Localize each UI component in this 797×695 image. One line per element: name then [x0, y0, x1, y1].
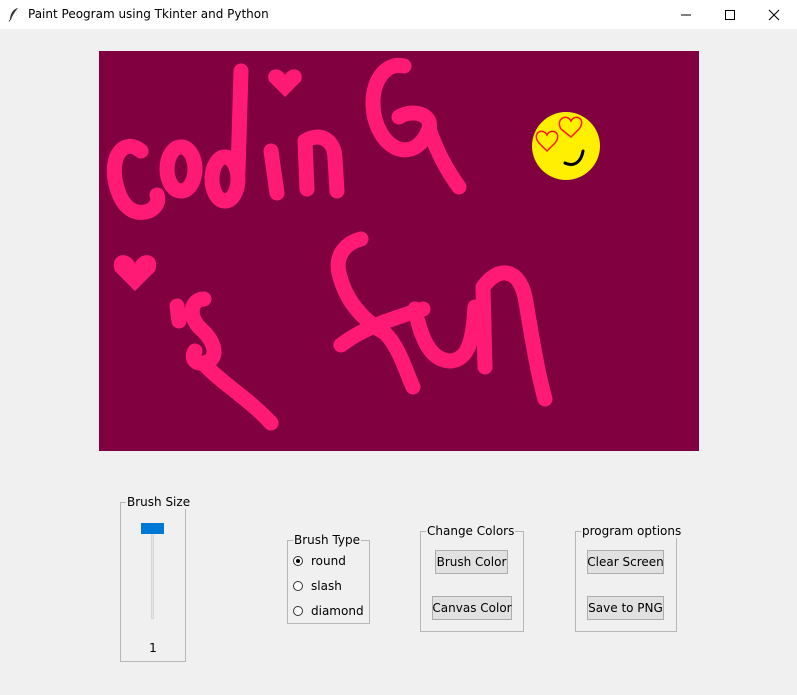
program-options-group: program options Clear Screen Save to PNG — [575, 524, 683, 632]
brush-type-diamond[interactable]: diamond — [293, 602, 364, 620]
radio-round[interactable] — [293, 556, 303, 566]
radio-diamond[interactable] — [293, 606, 303, 616]
brush-type-label: Brush Type — [293, 533, 362, 547]
brush-size-slider-thumb[interactable] — [141, 523, 164, 534]
window-title: Paint Peogram using Tkinter and Python — [28, 7, 269, 21]
brush-color-button[interactable]: Brush Color — [435, 550, 508, 574]
canvas-color-button[interactable]: Canvas Color — [432, 596, 512, 620]
canvas-drawing — [99, 51, 699, 451]
minimize-icon — [681, 14, 691, 15]
title-bar: Paint Peogram using Tkinter and Python — [0, 0, 797, 29]
feather-icon — [8, 8, 18, 22]
maximize-button[interactable] — [707, 0, 753, 29]
brush-type-group: Brush Type round slash diamond — [287, 533, 370, 624]
brush-size-slider-track[interactable] — [151, 523, 154, 619]
close-button[interactable] — [751, 0, 797, 29]
maximize-icon — [725, 9, 735, 20]
change-colors-label: Change Colors — [426, 524, 516, 538]
program-options-label: program options — [581, 524, 683, 538]
radio-slash[interactable] — [293, 581, 303, 591]
minimize-button[interactable] — [663, 0, 709, 29]
radio-diamond-label: diamond — [311, 604, 364, 618]
drawing-canvas[interactable] — [99, 51, 699, 451]
brush-size-value: 1 — [149, 641, 157, 655]
brush-type-slash[interactable]: slash — [293, 577, 342, 595]
brush-size-label: Brush Size — [126, 495, 192, 509]
brush-size-group: Brush Size 1 — [120, 495, 192, 662]
brush-type-round[interactable]: round — [293, 552, 346, 570]
close-icon — [768, 9, 780, 20]
radio-round-label: round — [311, 554, 346, 568]
change-colors-group: Change Colors Brush Color Canvas Color — [420, 524, 524, 632]
smiley-emoji — [532, 112, 600, 180]
clear-screen-button[interactable]: Clear Screen — [587, 550, 664, 574]
radio-slash-label: slash — [311, 579, 342, 593]
save-to-png-button[interactable]: Save to PNG — [587, 596, 664, 620]
